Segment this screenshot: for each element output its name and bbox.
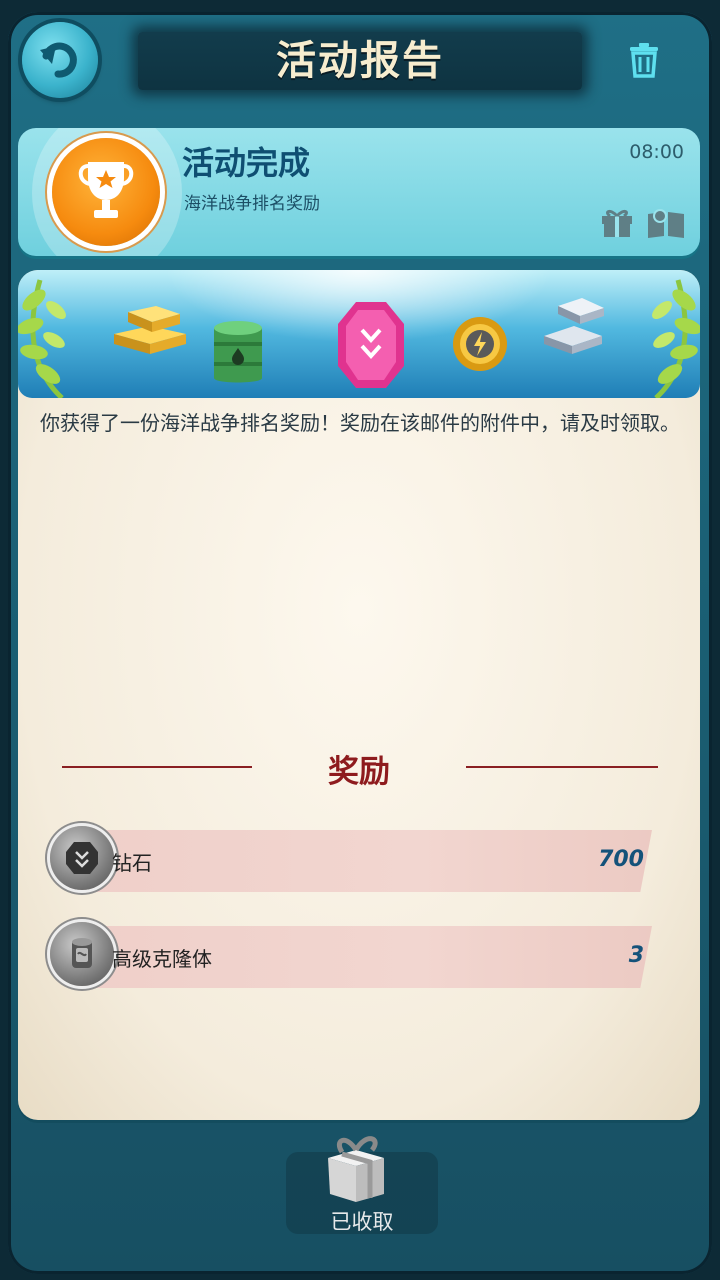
map-book-icon	[648, 209, 684, 238]
rewards-heading: 奖励	[328, 754, 390, 790]
claim-button-label: 已收取	[330, 1210, 394, 1234]
reward-icon-badge	[50, 922, 114, 986]
clone-canister-icon	[72, 938, 92, 968]
energy-coin-icon	[453, 317, 507, 371]
gift-icon	[602, 209, 632, 237]
page-title: 活动报告	[276, 38, 444, 84]
reward-icon-badge	[50, 826, 114, 890]
mail-message: 你获得了一份海洋战争排名奖励！奖励在该邮件的附件中，请及时领取。	[40, 411, 680, 435]
mail-subtitle: 海洋战争排名奖励	[184, 194, 320, 214]
rewards-divider-right	[466, 766, 658, 768]
reward-name: 钻石	[112, 851, 152, 875]
reward-count: 700	[598, 847, 644, 872]
reward-count: 3	[628, 943, 644, 968]
mail-time: 08:00	[629, 141, 684, 163]
delete-button[interactable]	[624, 40, 664, 80]
reward-name: 高级克隆体	[112, 947, 212, 971]
gift-box-icon	[328, 1136, 384, 1202]
laurel-right-icon	[652, 279, 700, 398]
trophy-icon	[78, 162, 134, 218]
diamond-gem-icon	[338, 302, 404, 388]
diamond-icon	[66, 842, 98, 874]
mail-title: 活动完成	[182, 144, 311, 182]
back-arrow-icon	[40, 42, 77, 78]
laurel-left-icon	[18, 279, 66, 398]
mail-body-panel: 你获得了一份海洋战争排名奖励！奖励在该邮件的附件中，请及时领取。 奖励	[18, 270, 700, 1120]
back-button[interactable]	[22, 22, 98, 98]
rewards-divider-left	[62, 766, 252, 768]
trophy-badge	[52, 138, 160, 246]
gold-bars-icon	[114, 306, 186, 354]
reward-banner-image	[18, 270, 700, 398]
trash-icon	[630, 43, 658, 78]
oil-barrel-icon	[214, 321, 262, 383]
steel-plates-icon	[544, 298, 604, 354]
